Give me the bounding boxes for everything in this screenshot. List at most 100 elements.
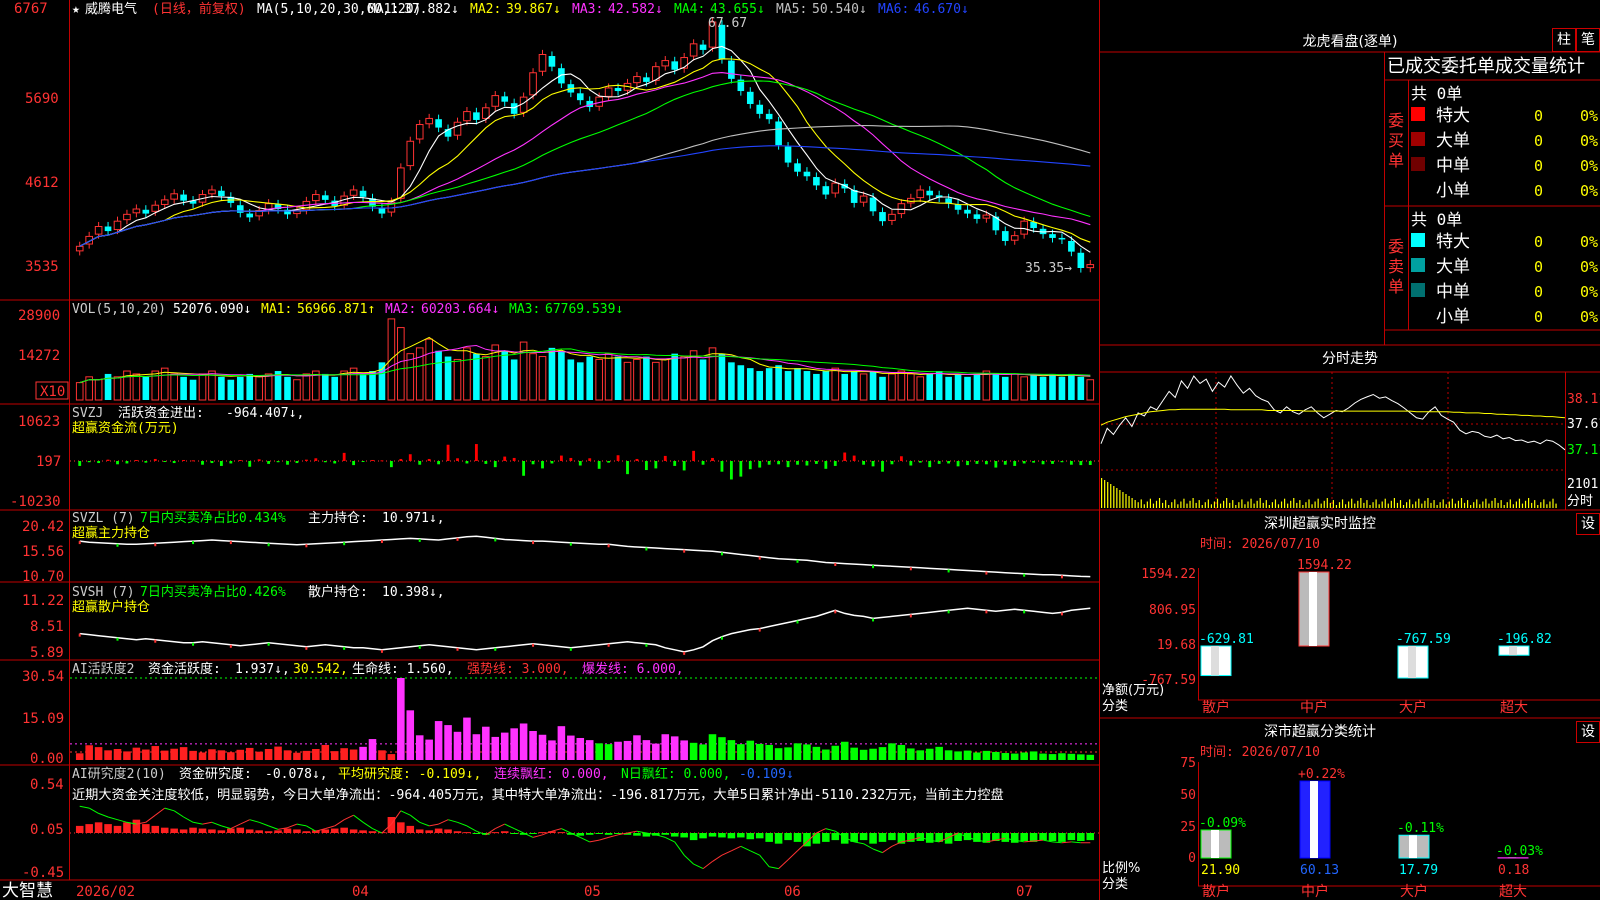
ai2-line-seg: [438, 819, 449, 825]
vol-bar: [189, 379, 197, 400]
intraday-vol-bar: [1491, 500, 1493, 508]
intraday-vol-bar: [1418, 498, 1420, 508]
intraday-vol-bar: [1366, 500, 1368, 508]
candle-body: [132, 208, 141, 214]
ai2-bar: [831, 833, 840, 841]
vol-bar: [1001, 376, 1009, 400]
vol-bar: [1030, 373, 1037, 400]
ai2-line-seg: [164, 807, 175, 812]
svzj-bar: [786, 461, 790, 468]
ai1-bar: [576, 737, 585, 760]
svzj-title: SVZJ: [72, 406, 103, 421]
svzj-bar: [295, 461, 299, 464]
intraday-vol-bar: [1521, 503, 1524, 508]
vol-bar: [897, 370, 906, 401]
intraday-vol-bar: [1512, 504, 1514, 508]
ai1-strong: 强势线: 3.000,: [467, 661, 569, 677]
svzl-polyline-tick: [947, 569, 950, 573]
candle-body: [926, 190, 934, 196]
intraday-vol-bar: [1320, 503, 1322, 508]
svzj-bar: [881, 461, 884, 472]
ai2-bar: [1010, 833, 1019, 843]
intraday-vol-bar: [1296, 502, 1298, 508]
ai2-bar: [293, 829, 301, 833]
intraday-vol-bar: [1354, 503, 1356, 508]
svzj-bar: [503, 456, 507, 461]
ai2-line-seg: [740, 845, 751, 852]
ai2-bar: [585, 833, 594, 835]
vol-bar: [482, 356, 490, 401]
tick-view-button[interactable]: 笔: [1576, 28, 1600, 52]
ai2-bar: [491, 832, 500, 834]
candle-body: [897, 203, 906, 215]
vol-bar: [926, 373, 934, 400]
candle-body: [170, 193, 178, 200]
intraday-vol-bar: [1427, 498, 1429, 508]
candle-body: [538, 54, 547, 72]
dragon-sell-row-pct: 0%: [1580, 233, 1598, 251]
ai2-bar: [104, 824, 112, 833]
svsh-subtitle: 超赢散户持仓: [72, 599, 150, 615]
sz-stats-cat-label: 分类: [1102, 877, 1128, 892]
svzl-polyline-tick: [305, 544, 308, 548]
svzj-bar: [1041, 461, 1045, 465]
intraday-vol-bar: [1402, 505, 1405, 508]
intraday-vol-bar: [1299, 500, 1301, 508]
ai1-bar: [878, 747, 887, 760]
main-y-axis: 5690 4612 3535: [25, 91, 59, 275]
intraday-vol-bar: [1284, 498, 1286, 508]
ai1-bar: [604, 744, 613, 760]
intraday-title: 分时走势: [1322, 351, 1378, 367]
ai2-line-seg: [674, 841, 685, 856]
ai2-line-seg: [1052, 841, 1062, 844]
ai2-line-seg: [627, 830, 637, 834]
svzj-bar: [512, 457, 516, 461]
candle-body: [728, 60, 735, 79]
vol-ma-values: MA1: 56966.871↑ MA2: 60203.664↓ MA3: 67769.53…: [261, 302, 623, 317]
ai1-bar: [500, 732, 509, 760]
vol-bar: [113, 376, 122, 401]
ai2-bar: [415, 829, 424, 833]
ai2-bar: [227, 828, 235, 833]
ai1-bar: [434, 721, 443, 760]
svzj-bar: [711, 457, 714, 461]
svsh-polyline-tick: [569, 647, 572, 651]
intraday-vol-bar: [1335, 505, 1338, 508]
candle-body: [775, 121, 782, 146]
ai1-bar: [642, 740, 651, 760]
svzj-bar: [1079, 461, 1083, 466]
bar-view-button[interactable]: 柱: [1552, 28, 1576, 52]
candle-body: [236, 205, 244, 213]
sz-monitor-category: 散户: [1202, 699, 1230, 716]
ai1-bar: [897, 744, 906, 760]
vol-bar: [75, 382, 84, 401]
candle-body: [1001, 231, 1009, 241]
sz-stats-bar-shine: [1409, 835, 1417, 858]
svzj-bar: [1032, 461, 1036, 463]
ai2-line-seg: [173, 810, 184, 818]
vol-ma-value-2: 60203.664↓: [421, 302, 499, 317]
ai2-line-seg: [202, 821, 212, 825]
candle-body: [746, 91, 754, 104]
candle-body: [680, 57, 688, 69]
intraday-vol-bar: [1149, 498, 1151, 508]
sz-monitor-y0: 1594.22: [1141, 567, 1196, 582]
intraday-vol-bar: [1152, 503, 1155, 508]
vol-bar: [945, 376, 952, 400]
ai1-bar: [840, 741, 849, 760]
ai2-line-seg: [825, 828, 836, 832]
ai2-bar: [198, 828, 207, 833]
sz-stats-ratio-label: 60.13: [1300, 863, 1339, 878]
sz-stats-settings-button[interactable]: 设: [1576, 721, 1600, 743]
sz-monitor-unit: 净额(万元): [1102, 683, 1164, 698]
x-label-0: 2026/02: [76, 884, 135, 900]
sz-monitor-settings-button[interactable]: 设: [1576, 513, 1600, 535]
intraday-vol-bar: [1104, 480, 1106, 508]
svsh-line: [78, 607, 1091, 655]
ai1-bar: [293, 752, 301, 760]
svzj-bar: [890, 461, 894, 465]
candle-body: [784, 146, 792, 163]
dragon-sell-row-count: 0: [1534, 308, 1543, 326]
vol-bar: [132, 373, 141, 401]
svzj-bar: [541, 461, 544, 469]
